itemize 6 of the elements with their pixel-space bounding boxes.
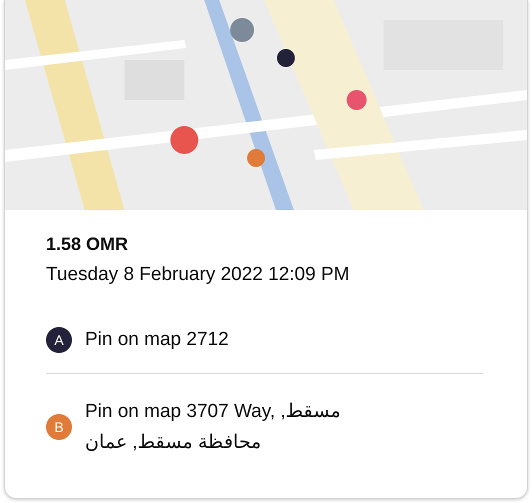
stop-address: Pin on map 3707 Way, مسقط, محافظة مسقط, عمان — [85, 400, 342, 455]
trip-date: Tuesday 8 February 2022 12:09 PM — [46, 264, 350, 286]
stop-address: Pin on map 2712 — [85, 328, 229, 352]
fare-amount: 1.58 OMR — [46, 234, 130, 255]
stop-marker: B — [46, 414, 72, 440]
stop-marker: A — [46, 326, 72, 352]
